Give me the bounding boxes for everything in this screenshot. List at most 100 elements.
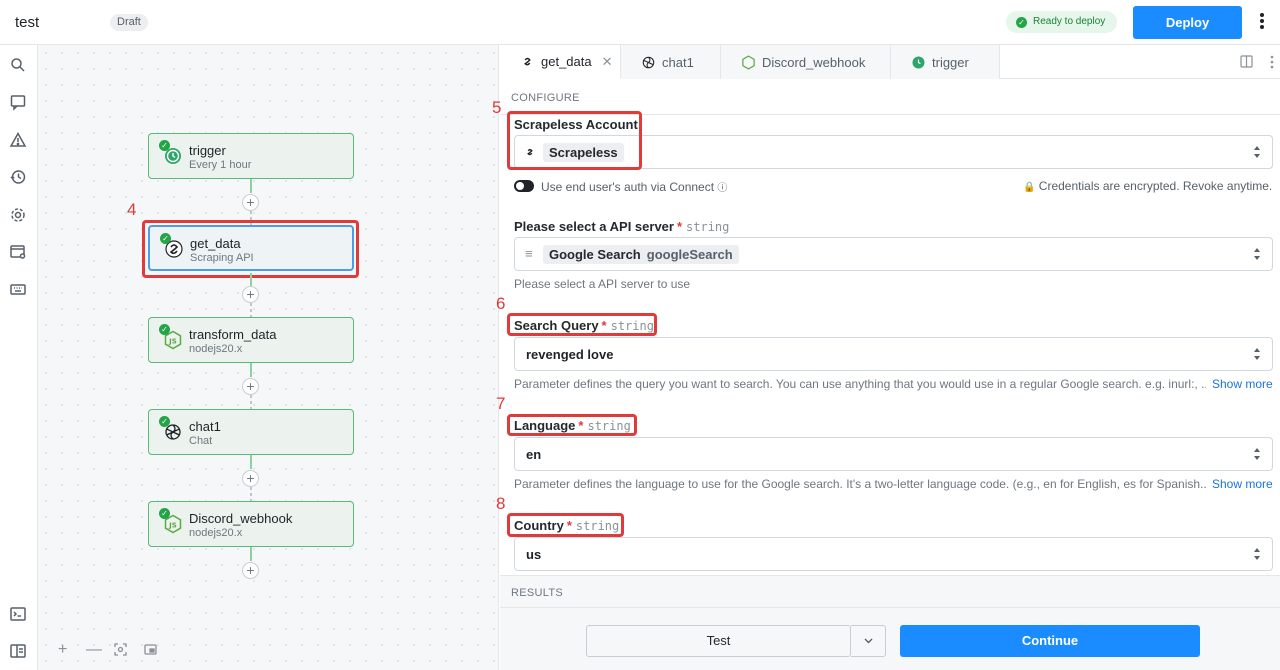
browser-settings-icon[interactable] [9, 243, 27, 261]
zoom-out-icon[interactable]: — [86, 641, 102, 659]
connector [250, 303, 252, 317]
node-subtitle: Every 1 hour [189, 159, 252, 171]
workflow-canvas[interactable]: ✓ trigger Every 1 hour + ✓ get_data Scra… [38, 45, 499, 670]
list-icon: ≡ [525, 246, 533, 261]
annotation-box [507, 513, 624, 537]
required-marker: * [676, 219, 683, 234]
add-step-button[interactable]: + [242, 470, 259, 487]
tab-label: get_data [541, 54, 592, 69]
clock-icon [912, 56, 925, 68]
connect-toggle-label: Use end user's auth via Connect ⓘ [541, 179, 727, 194]
search-query-input[interactable]: revenged love [514, 337, 1273, 371]
panel-footer: Test Continue [500, 607, 1280, 670]
connector [250, 363, 252, 377]
terminal-icon[interactable] [9, 605, 27, 623]
search-query-value: revenged love [526, 347, 614, 362]
status-badge: Draft [110, 14, 148, 31]
show-more-link[interactable]: Show more [1212, 477, 1273, 491]
api-server-label-text: Please select a API server [514, 219, 674, 234]
zoom-in-icon[interactable]: + [58, 641, 67, 659]
api-server-select[interactable]: ≡ Google Search googleSearch [514, 237, 1273, 271]
workflow-title[interactable]: test [15, 14, 39, 31]
type-hint: string [686, 220, 730, 234]
chat-icon[interactable] [9, 93, 27, 111]
api-server-label: Please select a API server * string [514, 219, 729, 234]
chevron-down-icon [864, 638, 873, 644]
configure-section-label: CONFIGURE [511, 92, 580, 104]
country-value: us [526, 547, 542, 562]
api-server-key: googleSearch [646, 247, 733, 262]
add-step-button[interactable]: + [242, 286, 259, 303]
openai-icon [642, 56, 655, 68]
annotation-box [142, 220, 359, 278]
scrapeless-icon [524, 57, 531, 66]
credentials-note-text: Credentials are encrypted. Revoke anytim… [1038, 179, 1273, 193]
success-check-icon: ✓ [159, 140, 170, 151]
success-check-icon: ✓ [159, 508, 170, 519]
annotation-number: 4 [127, 200, 137, 219]
add-step-button[interactable]: + [242, 562, 259, 579]
api-server-chip: Google Search googleSearch [543, 245, 739, 264]
workflow-node-chat1[interactable]: ✓ chat1 Chat [148, 409, 354, 455]
add-step-button[interactable]: + [242, 194, 259, 211]
node-subtitle: nodejs20.x [189, 527, 243, 539]
svg-text:JS: JS [168, 522, 177, 530]
country-input[interactable]: us [514, 537, 1273, 571]
check-icon: ✓ [1016, 16, 1027, 28]
select-arrows-icon [1254, 348, 1260, 360]
tab-label: chat1 [662, 54, 694, 70]
node-name: Discord_webhook [189, 511, 293, 526]
connector [250, 179, 252, 193]
info-icon[interactable]: ⓘ [717, 183, 727, 194]
config-panel: get_data ✕ chat1 Discord_webhook trigger… [492, 45, 1280, 670]
annotation-number: 8 [496, 494, 506, 513]
ready-status: ✓ Ready to deploy [1006, 11, 1118, 33]
svg-text:JS: JS [168, 338, 177, 346]
tab-discord-webhook[interactable]: Discord_webhook [721, 45, 891, 79]
panel-menu-icon [1270, 55, 1274, 69]
fit-view-icon[interactable] [114, 643, 127, 661]
split-view-icon [1240, 55, 1253, 68]
language-input[interactable]: en [514, 437, 1273, 471]
api-server-help: Please select a API server to use [514, 277, 691, 291]
api-server-value: Google Search [549, 247, 641, 262]
minimap-icon[interactable] [144, 643, 157, 661]
show-more-link[interactable]: Show more [1212, 377, 1273, 391]
nodejs-icon [742, 54, 755, 70]
language-value: en [526, 447, 542, 462]
test-button[interactable]: Test [586, 625, 851, 657]
language-help: Parameter defines the language to use fo… [514, 477, 1206, 491]
panel-controls [1240, 55, 1276, 69]
select-arrows-icon [1254, 548, 1260, 560]
history-icon[interactable] [9, 168, 27, 186]
tab-chat1[interactable]: chat1 [621, 45, 721, 79]
deploy-button[interactable]: Deploy [1133, 6, 1242, 39]
tab-get-data[interactable]: get_data ✕ [500, 45, 621, 79]
node-name: chat1 [189, 419, 221, 434]
tab-trigger[interactable]: trigger [891, 45, 1000, 79]
select-arrows-icon [1254, 448, 1260, 460]
connector [250, 395, 252, 409]
tab-label: Discord_webhook [762, 54, 866, 70]
node-name: trigger [189, 143, 226, 158]
close-tab-icon[interactable]: ✕ [602, 54, 613, 70]
layout-icon[interactable] [9, 642, 27, 660]
search-icon[interactable] [9, 56, 27, 74]
annotation-box [507, 313, 657, 336]
results-section-label: RESULTS [511, 587, 564, 599]
add-step-button[interactable]: + [242, 378, 259, 395]
continue-button[interactable]: Continue [900, 625, 1200, 657]
workflow-node-trigger[interactable]: ✓ trigger Every 1 hour [148, 133, 354, 179]
keyboard-icon[interactable] [9, 281, 27, 299]
settings-icon[interactable] [9, 206, 27, 224]
success-check-icon: ✓ [159, 324, 170, 335]
node-subtitle: nodejs20.x [189, 343, 243, 355]
workflow-node-transform-data[interactable]: JS ✓ transform_data nodejs20.x [148, 317, 354, 363]
more-menu-icon[interactable] [1254, 12, 1270, 32]
connect-toggle-text: Use end user's auth via Connect [541, 180, 715, 194]
connect-toggle[interactable] [514, 180, 534, 192]
workflow-node-discord-webhook[interactable]: JS ✓ Discord_webhook nodejs20.x [148, 501, 354, 547]
test-options-button[interactable] [851, 625, 886, 657]
left-rail [0, 45, 38, 670]
warning-icon[interactable] [9, 131, 27, 149]
